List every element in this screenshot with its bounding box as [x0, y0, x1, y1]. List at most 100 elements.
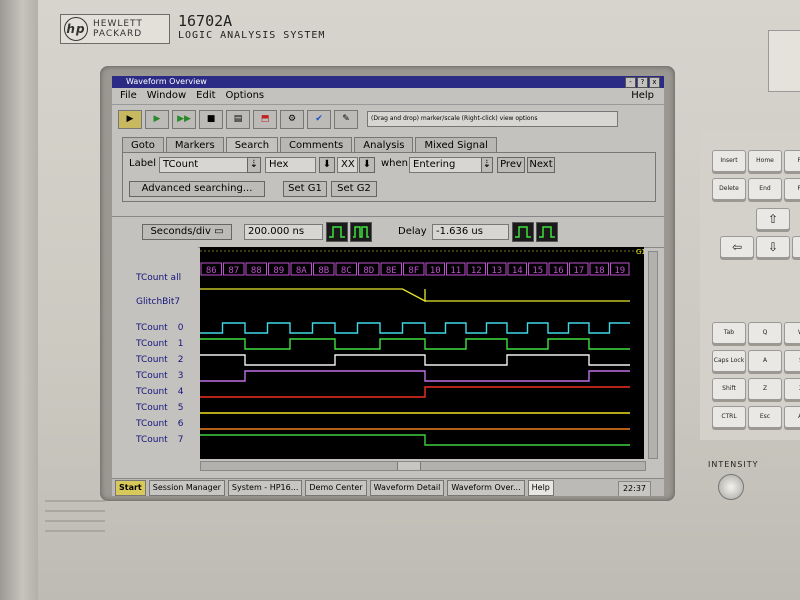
task-system[interactable]: System - HP16... [227, 480, 303, 496]
right-arrow-key[interactable]: ⇨ [792, 236, 800, 258]
key-end[interactable]: End [748, 178, 782, 200]
set-g2-button[interactable]: Set G2 [331, 181, 377, 197]
key-esc[interactable]: Esc [748, 406, 782, 428]
delay-left-pulse-icon[interactable] [512, 222, 534, 242]
probe-icon[interactable]: ⬒ [253, 109, 277, 129]
edit-icon[interactable]: ✎ [334, 109, 358, 129]
value-dropdown-icon[interactable]: ⬇ [359, 157, 375, 173]
signal-label[interactable]: TCount 1 [136, 339, 183, 349]
waveform-plot[interactable]: 86 87 88 89 8A 8B 8C 8D 8E 8F 10 11 12 13 14 15 16 17 18 19… [200, 247, 646, 459]
signal-label[interactable]: GlitchBit7 [136, 297, 180, 307]
menu-options[interactable]: Options [226, 88, 265, 104]
key-shift[interactable]: Shift [712, 378, 746, 400]
bus-value: 8E [386, 266, 397, 276]
signal-label[interactable]: TCount 3 [136, 371, 183, 381]
seconds-per-div-field[interactable]: 200.000 ns [244, 224, 323, 240]
zoom-out-pulse-icon[interactable] [350, 222, 372, 242]
tab-goto[interactable]: Goto [122, 137, 164, 152]
waveform-canvas[interactable]: 86 87 88 89 8A 8B 8C 8D 8E 8F 10 11 12 13 14 15 16 17 18 19… [200, 247, 646, 459]
key-insert[interactable]: Insert [712, 150, 746, 172]
scroll-thumb[interactable] [397, 462, 421, 470]
start-button[interactable]: Start [115, 480, 146, 496]
stop-icon[interactable]: ■ [199, 109, 223, 129]
label-select[interactable]: TCount [159, 157, 248, 173]
key-pa[interactable]: Pa [784, 178, 800, 200]
title-bar: Waveform Overview - ? x [112, 76, 664, 88]
tab-search[interactable]: Search [225, 137, 279, 152]
signal-label[interactable]: TCount 7 [136, 435, 183, 445]
timebase-mode-select[interactable]: Seconds/div ▭ [142, 224, 232, 240]
config-icon[interactable]: ⚙ [280, 109, 304, 129]
delay-right-pulse-icon[interactable] [536, 222, 558, 242]
bus-label[interactable]: TCount all [136, 273, 181, 283]
intensity-knob[interactable] [718, 474, 744, 500]
tab-comments[interactable]: Comments [280, 137, 353, 152]
check-icon[interactable]: ✔ [307, 109, 331, 129]
signal-label[interactable]: TCount 5 [136, 403, 183, 413]
minimize-button[interactable]: - [625, 77, 636, 88]
key-delete[interactable]: Delete [712, 178, 746, 200]
prev-button[interactable]: Prev [497, 157, 525, 173]
menu-file[interactable]: File [120, 88, 137, 104]
value-field[interactable]: XX [337, 157, 358, 173]
model-label: 16702A LOGIC ANALYSIS SYSTEM [178, 12, 325, 41]
delay-field[interactable]: -1.636 us [432, 224, 509, 240]
tab-markers[interactable]: Markers [165, 137, 224, 152]
signal-label[interactable]: TCount 2 [136, 355, 183, 365]
close-button[interactable]: x [649, 77, 660, 88]
key-x[interactable]: X [784, 378, 800, 400]
signal-name: TCount [136, 435, 168, 445]
format-select[interactable]: Hex [265, 157, 316, 173]
key-ctrl[interactable]: CTRL [712, 406, 746, 428]
task-session-manager[interactable]: Session Manager [148, 480, 225, 496]
arrow-icon[interactable]: ▶ [118, 109, 142, 129]
vertical-scrollbar[interactable] [648, 251, 658, 459]
horizontal-scrollbar[interactable] [200, 461, 646, 471]
run-repetitive-icon[interactable]: ▶▶ [172, 109, 196, 129]
menu-help[interactable]: Help [631, 88, 654, 104]
task-waveform-overview[interactable]: Waveform Over... [447, 480, 525, 496]
key-z[interactable]: Z [748, 378, 782, 400]
key-a[interactable]: A [748, 350, 782, 372]
signal-name: TCount [136, 419, 168, 429]
window-title: Waveform Overview [126, 77, 207, 86]
signal-name: GlitchBit7 [136, 297, 181, 307]
key-tab[interactable]: Tab [712, 322, 746, 344]
when-dropdown-icon[interactable]: ⇣ [481, 157, 493, 173]
key-caps-lock[interactable]: Caps Lock [712, 350, 746, 372]
key-q[interactable]: Q [748, 322, 782, 344]
signal-name: TCount [136, 403, 168, 413]
key-s[interactable]: S [784, 350, 800, 372]
bus-value: 87 [228, 266, 239, 276]
tab-analysis[interactable]: Analysis [354, 137, 414, 152]
tab-mixed-signal[interactable]: Mixed Signal [415, 137, 497, 152]
listing-icon[interactable]: ▤ [226, 109, 250, 129]
signal-label[interactable]: TCount 6 [136, 419, 183, 429]
help-button[interactable]: ? [637, 77, 648, 88]
advanced-search-button[interactable]: Advanced searching... [129, 181, 265, 197]
key-al[interactable]: Al [784, 406, 800, 428]
chevron-down-icon[interactable]: ⇣ [247, 157, 261, 173]
signal-names: TCount all GlitchBit7 TCount 0 TCount 1 TCoun… [112, 247, 198, 467]
set-g1-button[interactable]: Set G1 [283, 181, 327, 197]
run-icon[interactable]: ▶ [145, 109, 169, 129]
up-arrow-key[interactable]: ⇧ [756, 208, 790, 230]
menu-window[interactable]: Window [147, 88, 186, 104]
zoom-in-pulse-icon[interactable] [326, 222, 348, 242]
left-arrow-key[interactable]: ⇦ [720, 236, 754, 258]
down-arrow-key[interactable]: ⇩ [756, 236, 790, 258]
format-dropdown-icon[interactable]: ⬇ [319, 157, 335, 173]
key-pa[interactable]: Pa [784, 150, 800, 172]
key-w[interactable]: W [784, 322, 800, 344]
menu-edit[interactable]: Edit [196, 88, 215, 104]
signal-label[interactable]: TCount 0 [136, 323, 183, 333]
bus-value: 15 [532, 266, 543, 276]
task-demo-center[interactable]: Demo Center [305, 480, 367, 496]
next-button[interactable]: Next [527, 157, 555, 173]
key-home[interactable]: Home [748, 150, 782, 172]
when-select[interactable]: Entering [409, 157, 484, 173]
signal-label[interactable]: TCount 4 [136, 387, 183, 397]
task-waveform-detail[interactable]: Waveform Detail [369, 480, 445, 496]
task-help[interactable]: Help [527, 480, 554, 496]
model-subtitle: LOGIC ANALYSIS SYSTEM [178, 30, 326, 41]
